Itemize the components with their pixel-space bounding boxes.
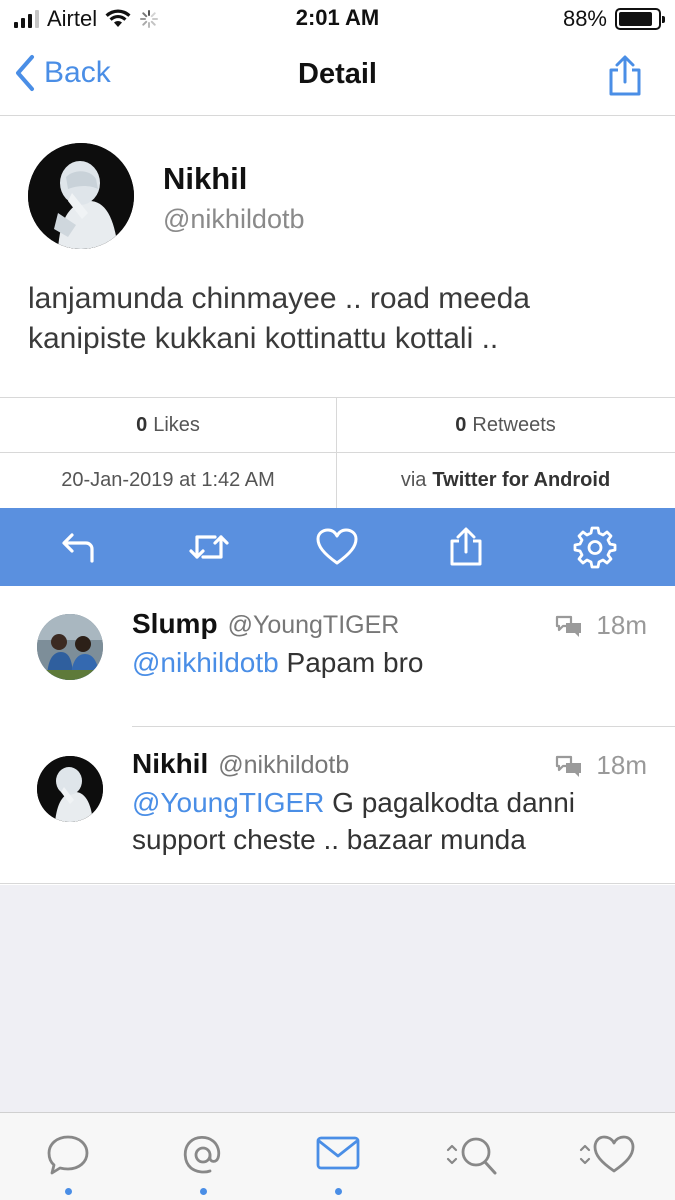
search-icon — [446, 1137, 496, 1175]
tab-timeline[interactable] — [23, 1113, 113, 1200]
via-client: Twitter for Android — [432, 469, 611, 491]
like-button[interactable] — [312, 522, 362, 572]
tweet-source: via Twitter for Android — [337, 453, 674, 508]
conversation-icon — [556, 615, 582, 637]
reply-body: Papam bro — [278, 647, 424, 678]
page-title: Detail — [298, 58, 377, 90]
reply-time: 18m — [596, 610, 647, 640]
gear-icon — [573, 526, 617, 569]
reply-author-name[interactable]: Slump — [132, 608, 218, 640]
share-icon[interactable] — [605, 54, 645, 98]
tweet-stats: 0 Likes 0 Retweets 20-Jan-2019 at 1:42 A… — [0, 397, 675, 508]
list-item[interactable]: Nikhil @nikhildotb 18m @YoungTIGER G pag… — [0, 726, 675, 884]
reply-icon — [62, 533, 94, 563]
mention-icon — [183, 1135, 220, 1174]
tab-favorites[interactable] — [563, 1113, 653, 1200]
share-button[interactable] — [441, 522, 491, 572]
battery-icon — [615, 8, 665, 30]
list-item[interactable]: Slump @YoungTIGER 18m @nikhildotb Papam … — [0, 586, 675, 726]
settings-button[interactable] — [570, 522, 620, 572]
navigation-bar: Back Detail — [0, 40, 675, 116]
author-handle[interactable]: @nikhildotb — [163, 204, 305, 235]
tab-mentions[interactable] — [158, 1113, 248, 1200]
action-bar — [0, 508, 675, 586]
tab-messages[interactable] — [293, 1113, 383, 1200]
avatar[interactable] — [37, 614, 103, 680]
reply-text: @nikhildotb Papam bro — [132, 644, 652, 681]
mail-icon — [316, 1136, 359, 1170]
conversation-icon — [556, 755, 582, 777]
author-name[interactable]: Nikhil — [163, 161, 247, 197]
empty-area — [0, 885, 675, 1112]
reply-text: @YoungTIGER G pagalkodta danni support c… — [132, 784, 652, 858]
likes-label: Likes — [153, 413, 200, 436]
unread-indicator — [199, 1188, 207, 1195]
tab-search[interactable] — [428, 1113, 518, 1200]
likes-count[interactable]: 0 Likes — [0, 398, 337, 452]
via-prefix: via — [400, 469, 427, 491]
cricket-avatar-image — [37, 614, 103, 680]
reply-time: 18m — [596, 750, 647, 780]
reply-author-name[interactable]: Nikhil — [132, 748, 208, 780]
retweet-button[interactable] — [184, 522, 234, 572]
battery-percent: 88% — [562, 6, 607, 31]
facepalm-avatar-image — [37, 756, 103, 822]
unread-indicator — [334, 1188, 342, 1195]
tweet-timestamp: 20-Jan-2019 at 1:42 AM — [0, 453, 337, 508]
facepalm-avatar-image — [28, 143, 134, 249]
avatar[interactable] — [37, 756, 103, 822]
replies-list: Slump @YoungTIGER 18m @nikhildotb Papam … — [0, 586, 675, 884]
retweets-count[interactable]: 0 Retweets — [337, 398, 674, 452]
unread-indicator — [64, 1188, 72, 1195]
heart-icon — [579, 1135, 634, 1173]
retweets-number: 0 — [455, 413, 467, 436]
tab-bar — [0, 1112, 675, 1200]
retweet-icon — [189, 535, 229, 559]
status-bar: Airtel 2:01 AM 88% — [0, 0, 675, 40]
heart-icon — [316, 528, 358, 565]
mention-link[interactable]: @nikhildotb — [132, 647, 279, 678]
reply-button[interactable] — [55, 522, 105, 572]
tweet-detail: Nikhil @nikhildotb lanjamunda chinmayee … — [0, 117, 675, 397]
retweets-label: Retweets — [472, 413, 556, 436]
reply-author-handle[interactable]: @nikhildotb — [218, 751, 349, 780]
speech-bubble-icon — [47, 1135, 88, 1175]
tweet-text: lanjamunda chinmayee .. road meeda kanip… — [28, 282, 530, 355]
likes-number: 0 — [136, 413, 148, 436]
reply-author-handle[interactable]: @YoungTIGER — [228, 611, 400, 640]
mention-link[interactable]: @YoungTIGER — [132, 787, 324, 818]
share-icon — [450, 527, 482, 566]
avatar[interactable] — [28, 143, 134, 249]
